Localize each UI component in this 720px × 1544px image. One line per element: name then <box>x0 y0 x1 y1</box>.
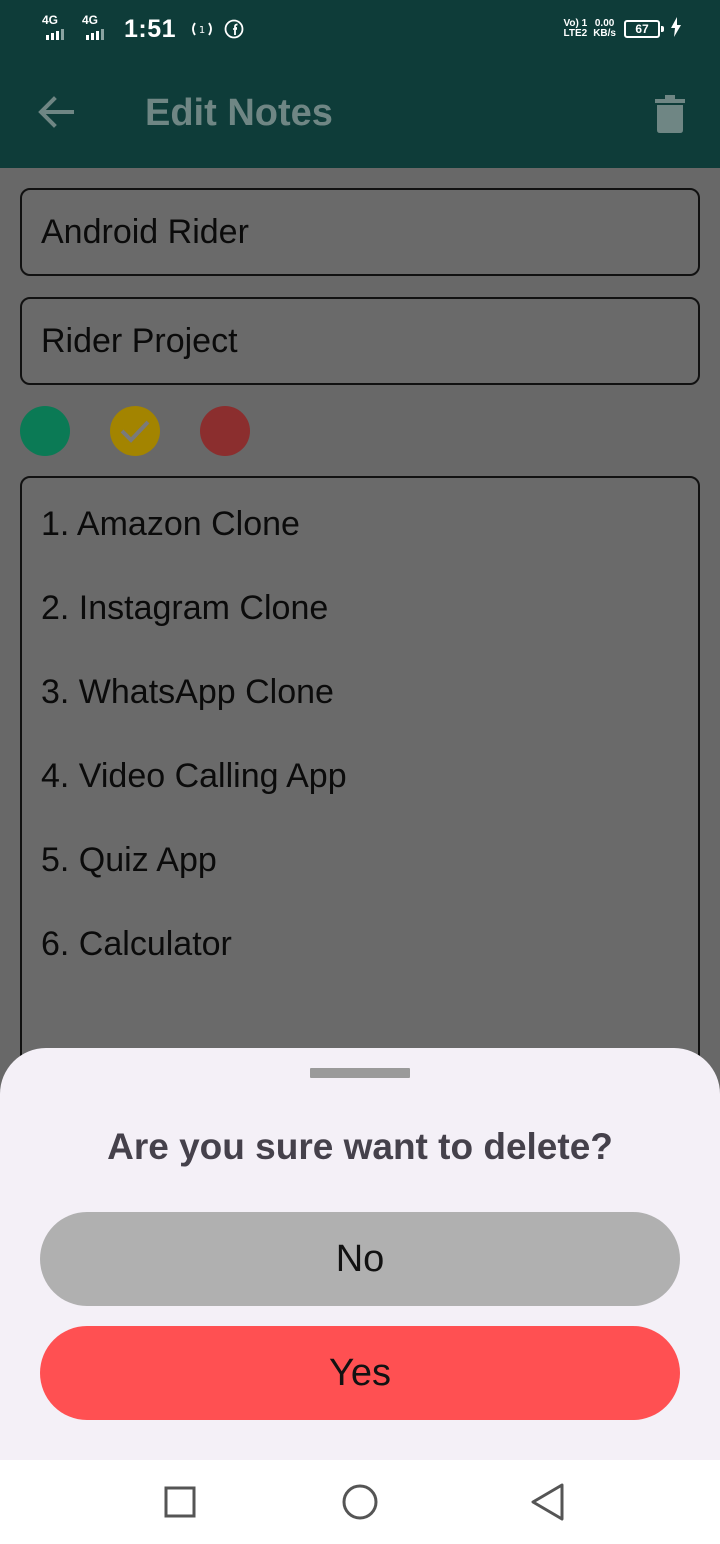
volte-indicator: Vo) 1 LTE2 <box>563 19 587 39</box>
delete-confirm-sheet: Are you sure want to delete? No Yes <box>0 1048 720 1460</box>
signal-icon: 4G <box>42 14 74 44</box>
speed-unit: KB/s <box>593 28 616 39</box>
note-line: 6. Calculator <box>41 925 232 963</box>
volte-bottom: LTE2 <box>563 28 588 39</box>
note-subtitle-value: Rider Project <box>41 321 238 360</box>
svg-text:1: 1 <box>199 25 205 36</box>
page-title: Edit Notes <box>145 92 333 134</box>
note-title-value: Android Rider <box>41 212 249 251</box>
cancel-button[interactable]: No <box>40 1212 680 1306</box>
status-left: 4G 4G 1:51 1 <box>42 12 254 46</box>
note-line: 2. Instagram Clone <box>41 589 329 627</box>
charging-icon <box>670 16 682 42</box>
back-triangle-icon <box>531 1483 564 1521</box>
status-right: Vo) 1 LTE2 0.00 KB/s 67 <box>563 16 682 42</box>
hotspot-icon: 1 <box>190 20 214 38</box>
note-subtitle-field[interactable]: Rider Project <box>20 297 700 385</box>
note-title-field[interactable]: Android Rider <box>20 188 700 276</box>
app-bar: Edit Notes <box>0 58 720 168</box>
recents-square-icon <box>164 1486 196 1518</box>
check-icon <box>120 420 150 443</box>
recents-button[interactable] <box>160 1482 200 1522</box>
color-option-yellow[interactable] <box>110 406 160 456</box>
home-button[interactable] <box>340 1482 380 1522</box>
note-line: 4. Video Calling App <box>41 757 347 795</box>
arrow-left-icon <box>38 96 74 128</box>
clock: 1:51 <box>124 14 177 43</box>
home-circle-icon <box>342 1484 378 1520</box>
confirm-message: Are you sure want to delete? <box>107 1126 613 1167</box>
note-line: 3. WhatsApp Clone <box>41 673 334 711</box>
color-option-red[interactable] <box>200 406 250 456</box>
facebook-icon <box>224 19 244 39</box>
system-back-button[interactable] <box>528 1482 568 1522</box>
system-nav-bar <box>0 1460 720 1544</box>
battery-icon: 67 <box>624 20 664 38</box>
status-bar: 4G 4G 1:51 1 Vo) 1 LTE2 0.00 KB/s 67 <box>0 0 720 58</box>
note-line: 5. Quiz App <box>41 841 217 879</box>
network-speed: 0.00 KB/s <box>593 19 616 39</box>
color-picker <box>20 406 250 456</box>
sim1-label: 4G <box>42 13 59 27</box>
sim2-label: 4G <box>82 13 99 27</box>
battery-level: 67 <box>635 22 649 36</box>
confirm-delete-button[interactable]: Yes <box>40 1326 680 1420</box>
note-line: 1. Amazon Clone <box>41 505 300 543</box>
back-button[interactable] <box>30 86 82 138</box>
delete-button[interactable] <box>644 88 696 140</box>
drag-handle[interactable] <box>310 1068 410 1078</box>
trash-icon <box>655 95 685 133</box>
signal-icon: 4G <box>82 14 114 44</box>
color-option-green[interactable] <box>20 406 70 456</box>
